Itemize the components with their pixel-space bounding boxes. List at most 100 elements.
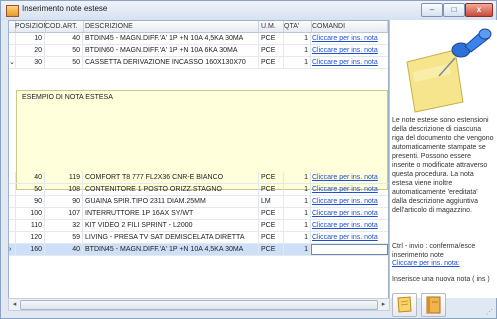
add-note-icon [397,296,412,313]
row-pos: 110 [15,220,45,231]
row-desc: CONTENITORE 1 POSTO ORIZZ.STAGNO [83,184,259,195]
row-pos: 40 [15,172,45,183]
add-note-button[interactable] [392,293,417,317]
row-um: PCE [259,33,284,44]
notes-book-button[interactable] [421,293,446,317]
row-um: PCE [259,208,284,219]
scroll-right-icon[interactable]: ▸ [379,300,388,309]
row-desc: BTDIN45 - MAGN.DIFF.'A' 1P +N 10A 4,5KA … [83,244,259,255]
table-row[interactable]: 10 40 BTDIN45 - MAGN.DIFF.'A' 1P +N 10A … [9,33,388,45]
pushpin-note-icon [406,28,492,113]
column-header-desc[interactable]: DESCRIZIONE [83,21,259,32]
insert-note-link[interactable]: Cliccare per ins. nota [311,45,388,56]
row-um: PCE [259,220,284,231]
insert-note-link[interactable]: Cliccare per ins. nota [311,196,388,207]
table-row[interactable]: 50 108 CONTENITORE 1 POSTO ORIZZ.STAGNO … [9,184,388,196]
row-pos: 30 [15,57,45,68]
row-cod: 108 [45,184,83,195]
insert-note-link[interactable]: Cliccare per ins. nota [311,172,388,183]
row-um: PCE [259,172,284,183]
column-header-cmd[interactable]: COMANDI [311,21,388,32]
row-cod: 59 [45,232,83,243]
row-qta: 1 [284,220,311,231]
row-desc: KIT VIDEO 2 FILI SPRINT - L2000 [83,220,259,231]
window-title: Inserimento note estese [22,4,108,13]
scroll-left-icon[interactable]: ◂ [10,300,19,309]
minimize-button[interactable]: – [421,3,443,17]
resize-grip-icon[interactable]: ⋰ [486,308,494,316]
close-button[interactable]: x [465,3,493,17]
row-desc: INTERRUTTORE 1P 16AX SY/WT [83,208,259,219]
horizontal-scrollbar[interactable]: ◂ ▸ [8,298,390,311]
table-row[interactable]: 40 119 COMFORT T8 777 FL2X36 CNR-E BIANC… [9,172,388,184]
row-desc: BTDIN45 - MAGN.DIFF.'A' 1P +N 10A 4,5KA … [83,33,259,44]
row-desc: GUAINA SPIR.TIPO 2311 DIAM.25MM [83,196,259,207]
row-um: PCE [259,45,284,56]
row-desc: LIVING - PRESA TV SAT DEMISCELATA DIRETT… [83,232,259,243]
row-qta: 1 [284,172,311,183]
row-pos: 90 [15,196,45,207]
insert-note-link[interactable]: Cliccare per ins. nota [311,208,388,219]
table-row[interactable]: 20 50 BTDIN60 - MAGN.DIFF.'A' 1P +N 10A … [9,45,388,57]
row-desc: BTDIN60 - MAGN.DIFF.'A' 1P +N 10A 6KA 30… [83,45,259,56]
row-cod: 119 [45,172,83,183]
row-cod: 32 [45,220,83,231]
items-grid: POSIZION COD.ART. DESCRIZIONE U.M. QTA' … [8,20,389,300]
row-um: PCE [259,57,284,68]
insert-note-help-link[interactable]: Cliccare per ins. nota: [392,260,460,267]
insert-note-link[interactable]: Cliccare per ins. nota [311,232,388,243]
table-row-selected[interactable]: › 160 40 BTDIN45 - MAGN.DIFF.'A' 1P +N 1… [9,244,388,256]
maximize-button[interactable]: □ [443,3,465,17]
row-qta: 1 [284,196,311,207]
row-um: PCE [259,232,284,243]
row-pos: 10 [15,33,45,44]
row-desc: COMFORT T8 777 FL2X36 CNR-E BIANCO [83,172,259,183]
insert-note-link[interactable]: Cliccare per ins. nota [311,33,388,44]
row-um: LM [259,196,284,207]
row-qta: 1 [284,184,311,195]
row-um: PCE [259,184,284,195]
insert-note-link[interactable]: Cliccare per ins. nota [311,184,388,195]
row-cod: 50 [45,45,83,56]
row-pos: 120 [15,232,45,243]
column-header-qta[interactable]: QTA' [284,21,312,32]
note-window: Inserimento note estese – □ x POSIZION C… [0,0,497,319]
row-cod: 107 [45,208,83,219]
row-cod: 50 [45,57,83,68]
row-qta: 1 [284,232,311,243]
table-row[interactable]: 110 32 KIT VIDEO 2 FILI SPRINT - L2000 P… [9,220,388,232]
insert-new-note-label: Inserisce una nuova nota ( ins ) [392,276,490,283]
insert-note-link[interactable]: Cliccare per ins. nota [311,57,388,68]
row-qta: 1 [284,244,311,255]
help-panel: Le note estese sono estensioni della des… [389,20,497,317]
column-header-um[interactable]: U.M. [259,21,284,32]
command-cell-editing[interactable] [311,244,388,255]
scrollbar-thumb[interactable] [20,300,378,310]
table-row-expanded[interactable]: ⌄ 30 50 CASSETTA DERIVAZIONE INCASSO 160… [9,57,388,69]
title-bar: Inserimento note estese – □ x [1,1,496,20]
row-cod: 90 [45,196,83,207]
row-pos: 160 [15,244,45,255]
row-pos: 50 [15,184,45,195]
table-row[interactable]: 120 59 LIVING - PRESA TV SAT DEMISCELATA… [9,232,388,244]
help-description: Le note estese sono estensioni della des… [392,117,494,214]
row-pos: 100 [15,208,45,219]
table-row[interactable]: 90 90 GUAINA SPIR.TIPO 2311 DIAM.25MM LM… [9,196,388,208]
row-um: PCE [259,244,284,255]
shortcut-hint: Ctrl - invio : conferma/esce inserimento… [392,243,476,259]
book-icon [426,296,441,314]
note-text: ESEMPIO DI NOTA ESTESA [22,94,113,101]
row-cod: 40 [45,244,83,255]
row-qta: 1 [284,33,311,44]
row-qta: 1 [284,57,311,68]
column-header-cod[interactable]: COD.ART. [45,21,84,32]
row-qta: 1 [284,45,311,56]
column-header-pos[interactable]: POSIZION [15,21,46,32]
insert-note-link[interactable]: Cliccare per ins. nota [311,220,388,231]
row-pos: 20 [15,45,45,56]
row-cod: 40 [45,33,83,44]
row-qta: 1 [284,208,311,219]
table-row[interactable]: 100 107 INTERRUTTORE 1P 16AX SY/WT PCE 1… [9,208,388,220]
app-icon [6,5,19,17]
row-desc: CASSETTA DERIVAZIONE INCASSO 160X130X70 [83,57,259,68]
